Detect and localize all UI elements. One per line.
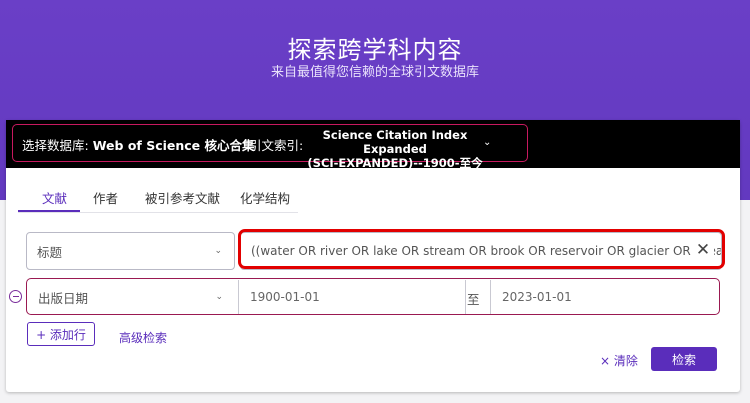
date-from-value: 1900-01-01: [250, 290, 320, 304]
search-term-highlight: [238, 229, 725, 269]
hero-subtitle: 来自最值得您信赖的全球引文数据库: [270, 65, 479, 80]
row-divider: [465, 280, 466, 314]
chevron-down-icon: ⌄: [215, 292, 223, 302]
row-divider: [238, 280, 239, 314]
add-row-button[interactable]: + 添加行: [27, 322, 95, 346]
tab-cited-references[interactable]: 被引参考文献: [145, 188, 220, 207]
database-label: 选择数据库:: [22, 138, 89, 153]
field-select-title[interactable]: 标题 ⌄: [26, 232, 235, 270]
hero-title: 探索跨学科内容: [287, 36, 463, 64]
tab-authors[interactable]: 作者: [93, 188, 118, 207]
database-selector[interactable]: 选择数据库: Web of Science 核心合集: [22, 138, 255, 153]
active-tab-indicator: [18, 210, 80, 212]
field-select-label: 出版日期: [38, 290, 89, 306]
chevron-down-icon[interactable]: ⌄: [483, 137, 491, 148]
field-select-publication-date[interactable]: 出版日期 ⌄: [28, 280, 235, 314]
date-range-separator: 至: [467, 292, 480, 307]
tab-documents[interactable]: 文献: [42, 188, 67, 207]
date-to-value: 2023-01-01: [502, 290, 572, 304]
tab-divider: [18, 212, 298, 213]
chevron-down-icon: ⌄: [214, 246, 222, 256]
date-from-input[interactable]: 1900-01-01: [240, 280, 465, 314]
citation-index-selector[interactable]: Science Citation Index Expanded (SCI-EXP…: [307, 128, 483, 170]
clear-button[interactable]: × 清除: [600, 352, 638, 369]
citation-index-label: 引文索引:: [249, 138, 304, 153]
advanced-search-link[interactable]: 高级检索: [119, 329, 167, 346]
field-select-label: 标题: [37, 244, 63, 260]
chevron-down-icon[interactable]: ⌄: [231, 140, 239, 151]
tab-chemical-structures[interactable]: 化学结构: [240, 188, 290, 207]
citation-index-line2: (SCI-EXPANDED)--1900-至今: [307, 155, 483, 170]
citation-index-line1: Science Citation Index Expanded: [322, 128, 468, 156]
search-button[interactable]: 检索: [651, 347, 717, 371]
row-divider: [490, 280, 491, 314]
minus-circle-icon[interactable]: [9, 290, 22, 303]
date-to-input[interactable]: 2023-01-01: [492, 280, 718, 314]
